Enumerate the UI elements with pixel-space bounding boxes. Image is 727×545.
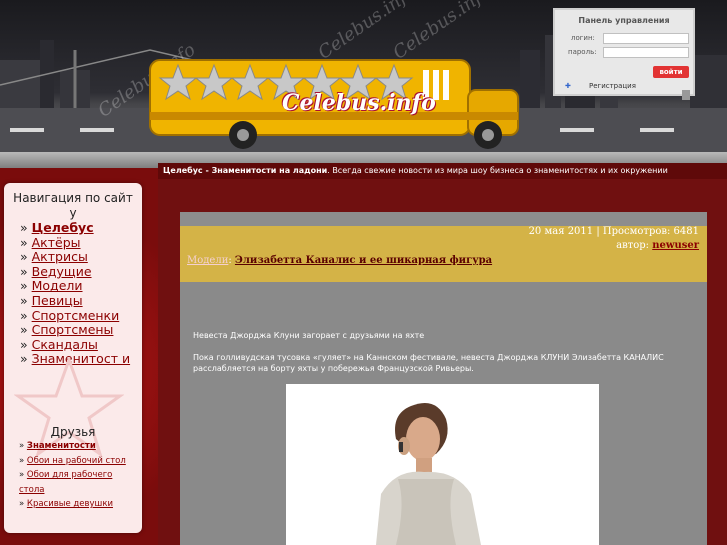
nav-item: » Певицы	[20, 292, 83, 308]
category-link[interactable]: Модели	[187, 255, 228, 266]
nav-item: » Спортсмены	[20, 322, 114, 338]
nav-item: » Целебус	[20, 220, 94, 235]
friend-link-beautiful-girls[interactable]: Красивые девушки	[27, 499, 113, 509]
navigation-panel: Навигация по сайт у » Целебус » Актёры »…	[4, 183, 142, 533]
author-link[interactable]: newuser	[652, 240, 699, 251]
sign-post	[682, 90, 690, 100]
nav-item: » Спортсменки	[20, 307, 120, 323]
friend-item: » Обои для рабочего стола	[19, 470, 113, 495]
login-input[interactable]	[603, 33, 689, 44]
road-marking	[10, 128, 44, 132]
nav-item: » Актёры	[20, 234, 81, 250]
article-top-bar	[180, 212, 707, 226]
friend-link-wallpapers[interactable]: Обои на рабочий стол	[27, 456, 126, 466]
login-button[interactable]: войти	[653, 66, 689, 78]
nav-link-models[interactable]: Модели	[32, 278, 83, 294]
road-marking	[560, 128, 594, 132]
article-meta-bar: 20 мая 2011 | Просмотров: 6481 автор: ne…	[180, 226, 707, 282]
nav-list: » Целебус » Актёры » Актрисы » Ведущие »…	[20, 220, 140, 367]
woman-on-phone-image	[286, 384, 599, 545]
article-title-link[interactable]: Элизабетта Каналис и ее шикарная фигура	[235, 255, 492, 266]
ticker-text: . Всегда свежие новости из мира шоу бизн…	[327, 166, 668, 175]
password-label: пароль:	[568, 48, 597, 56]
login-label: логин:	[571, 34, 595, 42]
register-link[interactable]: Регистрация	[589, 82, 636, 90]
nav-link-actresses[interactable]: Актрисы	[32, 249, 88, 264]
friends-title: Друзья	[50, 425, 96, 439]
nav-item: » Ведущие	[20, 263, 92, 279]
ticker-site-name: Целебус - Знаменитости на ладони	[163, 166, 328, 175]
control-panel-title: Панель управления	[578, 16, 670, 25]
article-date-views: 20 мая 2011 | Просмотров: 6481	[528, 226, 699, 237]
road-marking	[80, 128, 114, 132]
friends-list: » Знаменитости » Обои на рабочий стол » …	[19, 439, 137, 512]
nav-link-celebus[interactable]: Целебус	[32, 220, 94, 235]
nav-link-sportsmen[interactable]: Спортсмены	[32, 322, 114, 337]
author-label: автор:	[616, 240, 650, 251]
article-heading: Модели: Элизабетта Каналис и ее шикарная…	[187, 255, 492, 266]
nav-item: » Актрисы	[20, 249, 88, 265]
article-photo[interactable]	[286, 384, 599, 545]
road-marking	[640, 128, 674, 132]
friend-item: » Знаменитости	[19, 441, 96, 451]
site-ticker: Целебус - Знаменитости на ладони. Всегда…	[158, 163, 727, 179]
nav-link-singers[interactable]: Певицы	[32, 293, 83, 308]
friend-item: » Обои на рабочий стол	[19, 455, 126, 466]
friend-link-celebrities[interactable]: Знаменитости	[27, 441, 96, 451]
nav-item: » Скандалы	[20, 336, 98, 352]
article-author: автор: newuser	[616, 240, 699, 251]
site-logo-text[interactable]: Celebus.info	[282, 90, 436, 116]
register-icon: ✚	[565, 82, 571, 90]
nav-item: » Модели	[20, 278, 83, 294]
friend-item: » Красивые девушки	[19, 499, 113, 509]
site-header: Celebus.info Celebus.info Celebus.info C…	[0, 0, 727, 168]
friend-link-desktop-wallpapers[interactable]: Обои для рабочего стола	[19, 470, 112, 495]
password-input[interactable]	[603, 47, 689, 58]
article-lead: Невеста Джорджа Клуни загорает с друзьям…	[193, 331, 425, 340]
category-separator: :	[228, 255, 232, 266]
control-panel: Панель управления логин: пароль: войти ✚…	[553, 8, 695, 96]
nav-link-hosts[interactable]: Ведущие	[32, 264, 92, 279]
article-paragraph: Пока голливудская тусовка «гуляет» на Ка…	[193, 353, 664, 373]
nav-link-scandals[interactable]: Скандалы	[32, 337, 98, 352]
nav-link-actors[interactable]: Актёры	[32, 235, 81, 250]
nav-link-sportswomen[interactable]: Спортсменки	[32, 308, 120, 323]
nav-title: Навигация по сайт у	[13, 191, 133, 220]
article-body: Невеста Джорджа Клуни загорает с друзьям…	[193, 330, 693, 374]
